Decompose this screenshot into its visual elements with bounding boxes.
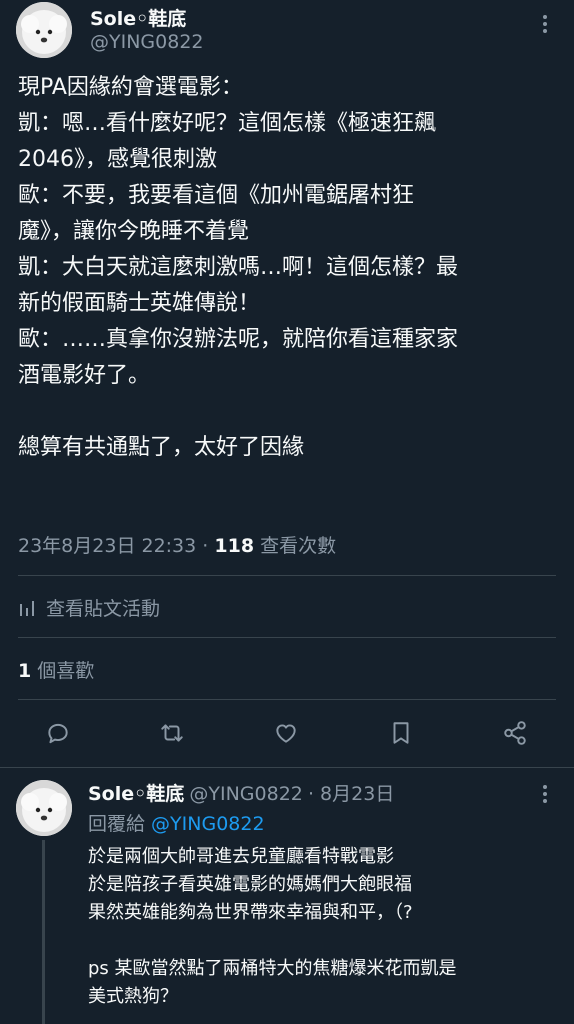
bookmark-button[interactable] xyxy=(381,713,421,753)
views-label: 查看次數 xyxy=(254,535,337,557)
post-line: 酒電影好了。 xyxy=(18,363,151,388)
reply-line: 美式熱狗？ xyxy=(88,986,178,1007)
bookmark-icon xyxy=(393,722,409,744)
post-line: 總算有共通點了，太好了因緣 xyxy=(18,435,305,460)
divider xyxy=(18,637,556,638)
replying-to-handle[interactable]: @YING0822 xyxy=(151,813,265,835)
views-count: 118 xyxy=(214,535,255,557)
post-line xyxy=(18,394,458,430)
reply-line xyxy=(88,927,457,955)
likes-count: 1 xyxy=(18,660,32,682)
post-line: 凱：嗯…看什麼好呢？這個怎樣《極速狂飆 xyxy=(18,111,437,136)
reply-date[interactable]: · 8月23日 xyxy=(308,783,394,805)
post-line: 現PA因緣約會選電影： xyxy=(18,75,243,100)
like-button[interactable] xyxy=(266,713,306,753)
more-options-icon[interactable] xyxy=(538,12,552,39)
post-line: 魔》，讓你今晚睡不着覺 xyxy=(18,219,250,244)
timestamp[interactable]: 23年8月23日 22:33 xyxy=(18,535,196,557)
reply-author-handle[interactable]: @YING0822 xyxy=(189,783,303,805)
reply-line: ps 某歐當然點了兩桶特大的焦糖爆米花而凱是 xyxy=(88,958,457,979)
post-meta: 23年8月23日 22:33 · 118 查看次數 xyxy=(18,531,336,558)
replying-to-label: 回覆給 xyxy=(88,813,152,835)
dog-avatar-icon xyxy=(16,780,72,836)
reply-icon xyxy=(48,723,68,744)
reply-button[interactable] xyxy=(38,713,78,753)
like-icon xyxy=(276,724,296,743)
replying-to: 回覆給 @YING0822 xyxy=(88,809,265,836)
reply-more-options-icon[interactable] xyxy=(538,782,552,809)
reply-body: 於是兩個大帥哥進去兒童廳看特戰電影 於是陪孩子看英雄電影的媽媽們大飽眼福 果然英… xyxy=(88,843,457,1011)
reply-line: 果然英雄能夠為世界帶來幸福與和平，（? xyxy=(88,902,413,923)
retweet-button[interactable] xyxy=(152,713,192,753)
author-handle[interactable]: @YING0822 xyxy=(90,31,204,53)
author-name[interactable]: Sole◦鞋底 xyxy=(90,4,186,31)
post-line: 新的假面騎士英雄傳說！ xyxy=(18,291,261,316)
reply-header: Sole◦鞋底 @YING0822 · 8月23日 xyxy=(88,779,394,806)
analytics-icon xyxy=(20,600,34,616)
divider xyxy=(18,699,556,700)
likes-summary[interactable]: 1 個喜歡 xyxy=(18,656,94,683)
share-icon xyxy=(504,721,526,745)
divider xyxy=(18,575,556,576)
post-line: 凱：大白天就這麼刺激嗎…啊！這個怎樣？最 xyxy=(18,255,459,280)
avatar[interactable] xyxy=(16,2,72,58)
thread-line xyxy=(42,840,45,1024)
likes-label: 個喜歡 xyxy=(31,660,95,682)
reply-author-name[interactable]: Sole◦鞋底 xyxy=(88,783,184,805)
analytics-label: 查看貼文活動 xyxy=(46,598,161,620)
post-line: 歐：不要，我要看這個《加州電鋸屠村狂 xyxy=(18,183,415,208)
post-body: 現PA因緣約會選電影： 凱：嗯…看什麼好呢？這個怎樣《極速狂飆 2046》，感覺… xyxy=(18,70,458,466)
post-analytics-link[interactable]: 查看貼文活動 xyxy=(18,594,160,621)
reply-avatar[interactable] xyxy=(16,780,72,836)
retweet-icon xyxy=(161,724,183,742)
post-line: 歐：……真拿你沒辦法呢，就陪你看這種家家 xyxy=(18,327,459,352)
post-line: 2046》，感覺很刺激 xyxy=(18,147,217,172)
share-button[interactable] xyxy=(495,713,535,753)
divider xyxy=(0,767,574,768)
reply-line: 於是兩個大帥哥進去兒童廳看特戰電影 xyxy=(88,846,394,867)
dog-avatar-icon xyxy=(16,2,72,58)
meta-separator: · xyxy=(196,535,215,557)
reply-line: 於是陪孩子看英雄電影的媽媽們大飽眼福 xyxy=(88,874,412,895)
